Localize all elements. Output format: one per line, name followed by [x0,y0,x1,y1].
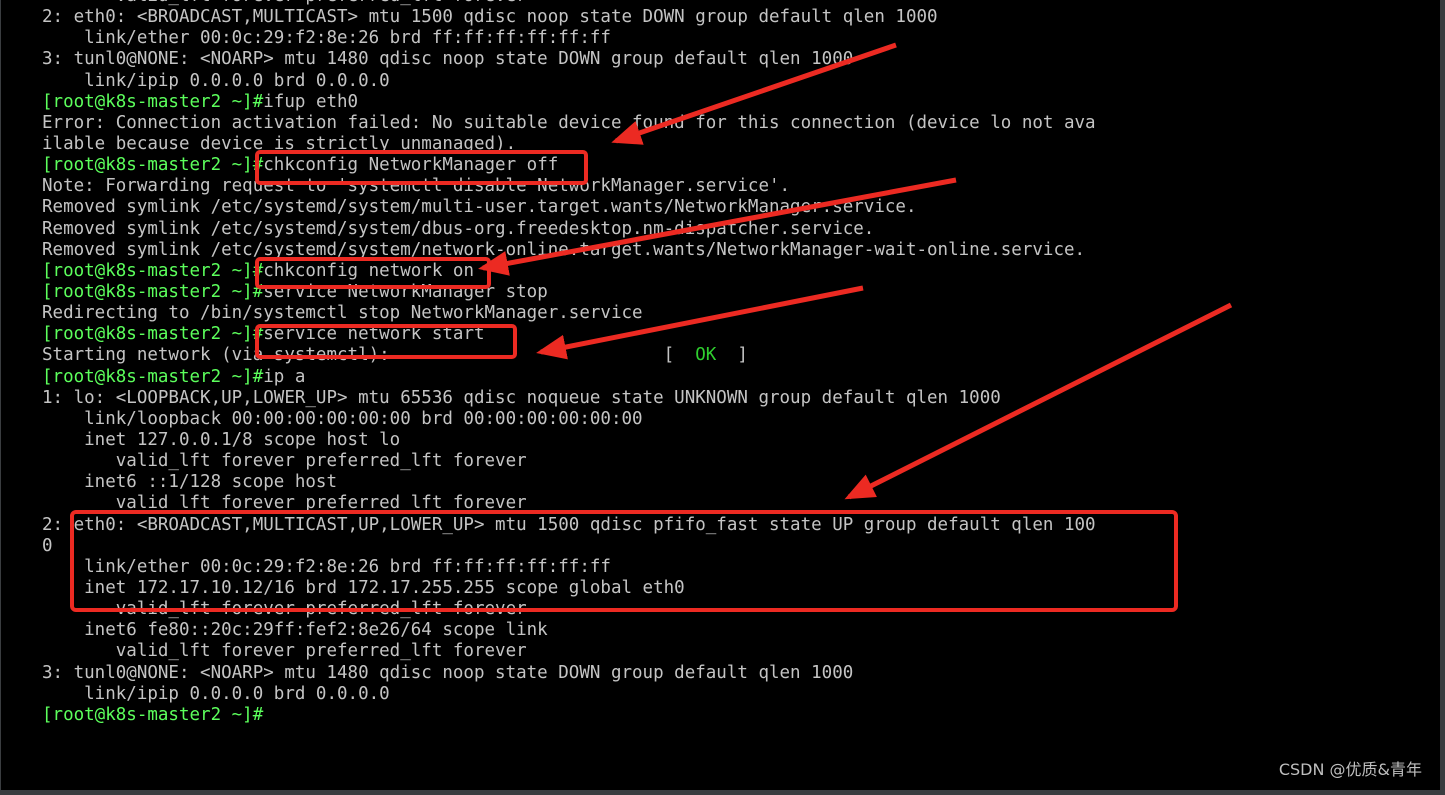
highlight-box-eth0-result [70,510,1178,612]
highlight-box-chkconfig-nm-off [255,150,588,185]
highlight-box-chkconfig-network-on [255,257,491,289]
arrow-1 [611,42,897,145]
csdn-watermark: CSDN @优质&青年 [1278,760,1422,779]
terminal-window[interactable]: valid_lft forever preferred_lft forever2… [1,0,1440,790]
highlight-box-service-network-start [255,324,517,359]
arrow-2 [478,177,957,276]
annotation-overlay [70,42,1233,612]
arrow-4 [844,302,1233,500]
arrow-3 [536,285,864,360]
